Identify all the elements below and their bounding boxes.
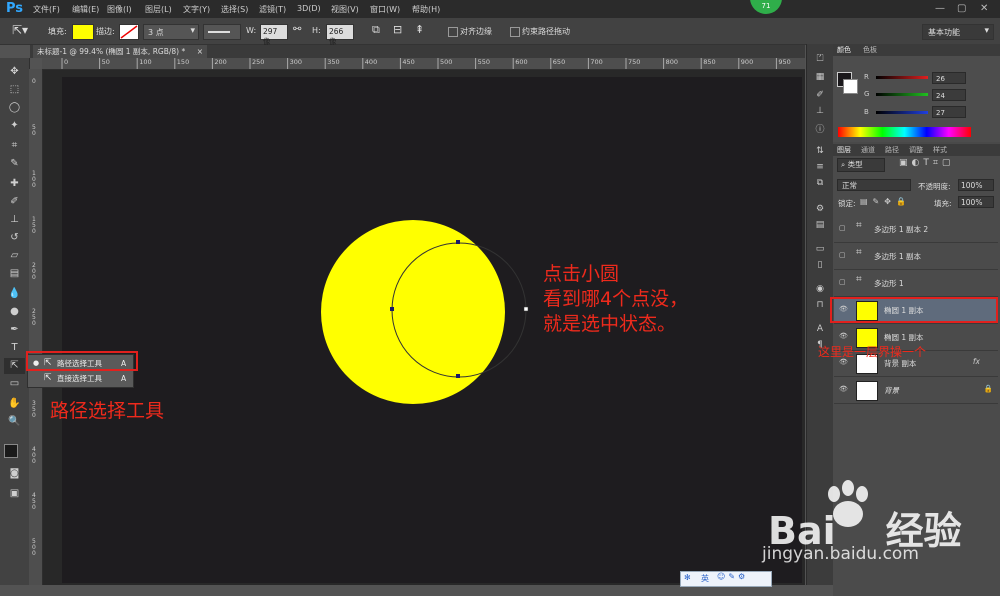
measure-panel-icon[interactable]: ⊓ <box>812 300 828 313</box>
lock-icons[interactable]: ▤✎✥🔒 <box>860 197 911 206</box>
shape-layer-icon: ⌗ <box>856 247 862 258</box>
tab-swatches[interactable]: 色板 <box>863 44 877 56</box>
opacity-value: 100% <box>961 181 983 190</box>
layer-name: 背景 <box>884 386 899 395</box>
character-panel-icon[interactable]: A <box>812 324 828 337</box>
fx-icon[interactable]: fx <box>973 357 980 366</box>
layer-filter-select[interactable]: ⌕ 类型 <box>837 158 885 172</box>
minimize-icon[interactable]: — <box>935 3 945 14</box>
ime-tool-icons[interactable]: ☺✎⚙ <box>717 572 748 581</box>
flyout-item-direct-selection[interactable]: ⇱ 直接选择工具 A <box>28 371 133 386</box>
workspace-value: 基本功能 <box>928 28 960 37</box>
tab-channels[interactable]: 通道 <box>861 144 875 156</box>
tab-layers[interactable]: 图层 <box>837 144 851 156</box>
r-slider[interactable] <box>876 76 928 79</box>
b-label: B <box>864 108 869 116</box>
color-spectrum-bar[interactable] <box>838 127 971 137</box>
opacity-input[interactable]: 100% <box>958 179 994 191</box>
r-value-input[interactable]: 26 <box>932 72 966 84</box>
properties-panel-icon[interactable]: ▦ <box>812 72 828 85</box>
blend-mode-value: 正常 <box>842 181 857 190</box>
glyph-panel-icon[interactable]: ⚙ <box>812 204 828 217</box>
flyout-label: 直接选择工具 <box>57 374 102 383</box>
g-label: G <box>864 90 870 98</box>
search-icon: ⌕ <box>841 160 846 169</box>
chevron-down-icon: ▾ <box>984 26 989 36</box>
channel-panel-icon[interactable]: ≡ <box>812 162 828 175</box>
flyout-shortcut: A <box>121 374 127 383</box>
layer-filter-icons[interactable]: ▣◐T⌗▢ <box>899 158 954 168</box>
workspace-select[interactable]: 基本功能 ▾ <box>922 24 994 40</box>
tab-adjustments[interactable]: 调整 <box>909 144 923 156</box>
anchor-point-left[interactable] <box>390 307 394 311</box>
timeline-panel-icon[interactable]: ▭ <box>812 244 828 257</box>
layer-name: 多边形 1 副本 2 <box>874 225 929 234</box>
anchor-point-right[interactable] <box>523 306 529 312</box>
annotation-line-2: 看到哪4个点没， <box>543 288 689 310</box>
layer-comp-panel-icon[interactable]: ⧉ <box>812 178 828 191</box>
tab-paths[interactable]: 路径 <box>885 144 899 156</box>
color-background-swatch[interactable] <box>843 79 858 94</box>
shape-layer-icon: ⌗ <box>856 274 862 285</box>
paw-icon: ✻ <box>684 573 691 582</box>
clone-panel-icon[interactable]: ⊥ <box>812 106 828 119</box>
lock-label: 锁定: <box>838 199 856 208</box>
visibility-toggle[interactable]: ▢ <box>839 278 847 286</box>
close-icon[interactable]: ✕ <box>980 3 988 14</box>
color-panel-header: 颜色 色板 <box>833 44 1000 56</box>
shape-layer-icon: ⌗ <box>856 220 862 231</box>
anchor-point-top[interactable] <box>456 240 460 244</box>
fill-opacity-value: 100% <box>961 198 983 207</box>
layer-name: 椭圆 1 副本 <box>884 333 924 342</box>
g-slider[interactable] <box>876 93 928 96</box>
adjust-panel-icon[interactable]: ⇅ <box>812 146 828 159</box>
annotation-tool-caption: 路径选择工具 <box>50 400 165 422</box>
fill-opacity-input[interactable]: 100% <box>958 196 994 208</box>
fill-opacity-label: 填充: <box>934 199 952 208</box>
r-label: R <box>864 73 869 81</box>
info-panel-icon[interactable]: ⓘ <box>812 122 828 135</box>
tab-styles[interactable]: 样式 <box>933 144 947 156</box>
style-panel-icon[interactable]: ▤ <box>812 220 828 233</box>
annotation-highlight-tool <box>26 351 138 371</box>
eye-icon[interactable]: 👁 <box>839 385 848 393</box>
lock-icon: 🔒 <box>983 384 993 393</box>
annotation-layer-note: 这里是一层界操一个 <box>818 345 927 359</box>
eye-icon[interactable]: 👁 <box>839 332 848 340</box>
brush-panel-icon[interactable]: ✐ <box>812 90 828 103</box>
history-panel-icon[interactable]: ⏍ <box>812 54 828 67</box>
g-value-input[interactable]: 24 <box>932 89 966 101</box>
notes-panel-icon[interactable]: ▯ <box>812 260 828 273</box>
anchor-point-bottom[interactable] <box>456 374 460 378</box>
ime-language[interactable]: 英 <box>701 573 709 584</box>
annotation-line-1: 点击小圆 <box>543 263 620 285</box>
layer-row[interactable]: ▢ ⌗ 多边形 1 <box>834 270 998 297</box>
raster-layer-thumbnail <box>856 381 878 401</box>
tab-color[interactable]: 颜色 <box>837 44 851 56</box>
3d-panel-icon[interactable]: ◉ <box>812 284 828 297</box>
layer-filter-value: 类型 <box>847 160 863 169</box>
arrow-white-icon: ⇱ <box>44 373 52 383</box>
baidu-paw-icon <box>828 480 868 527</box>
blend-mode-select[interactable]: 正常 <box>837 179 911 191</box>
maximize-icon[interactable]: ▢ <box>957 3 966 14</box>
layer-row[interactable]: 👁 背景 🔒 <box>834 377 998 404</box>
layer-row[interactable]: ▢ ⌗ 多边形 1 副本 2 <box>834 216 998 243</box>
watermark-url: jingyan.baidu.com <box>762 544 919 564</box>
layer-name: 多边形 1 <box>874 279 904 288</box>
large-yellow-circle[interactable] <box>321 220 505 404</box>
opacity-label: 不透明度: <box>918 182 951 191</box>
b-value-input[interactable]: 27 <box>932 106 966 118</box>
layers-panel-header: 图层 通道 路径 调整 样式 <box>833 144 1000 156</box>
annotation-highlight-layer <box>830 297 998 323</box>
annotation-line-3: 就是选中状态。 <box>543 313 677 335</box>
layer-row[interactable]: ▢ ⌗ 多边形 1 副本 <box>834 243 998 270</box>
b-slider[interactable] <box>876 111 928 114</box>
visibility-toggle[interactable]: ▢ <box>839 224 847 232</box>
annotation-click-small-circle: 点击小圆 看到哪4个点没， 就是选中状态。 <box>543 262 688 337</box>
visibility-toggle[interactable]: ▢ <box>839 251 847 259</box>
layer-name: 多边形 1 副本 <box>874 252 922 261</box>
